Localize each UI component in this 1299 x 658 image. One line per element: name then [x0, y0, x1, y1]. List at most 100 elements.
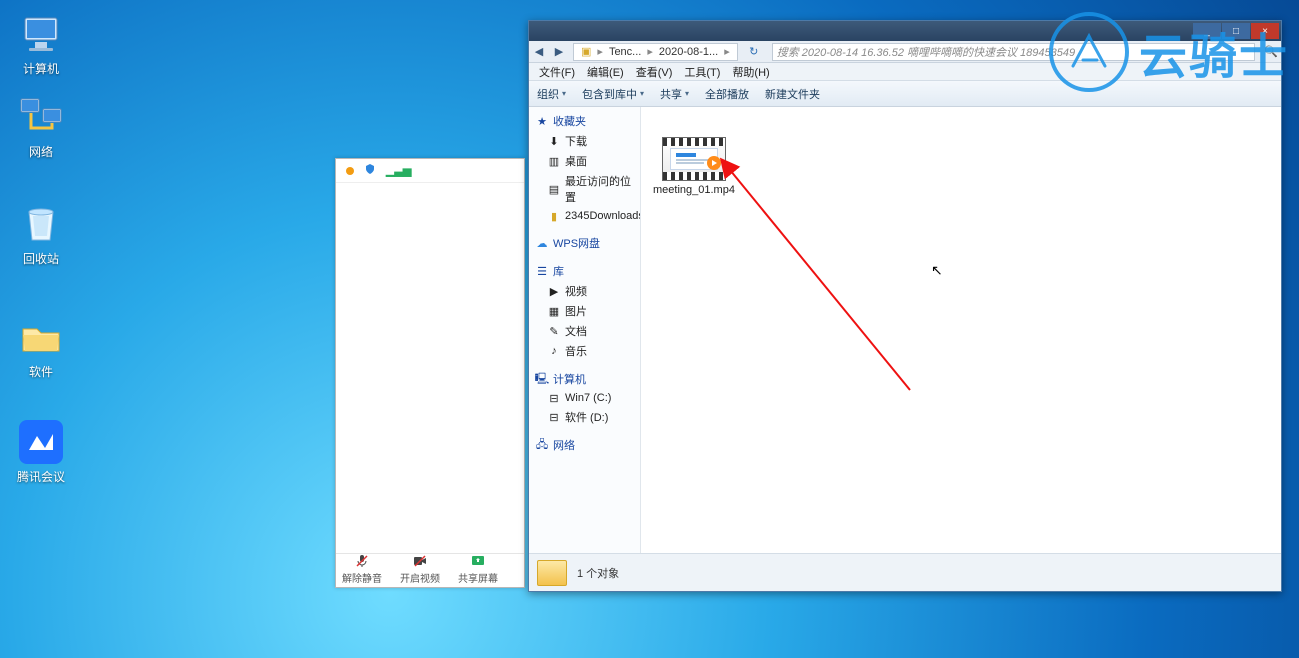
sidebar-item-d-drive[interactable]: ⊟软件 (D:) [529, 407, 640, 427]
sidebar-item-music[interactable]: ♪音乐 [529, 341, 640, 361]
chevron-down-icon: ▾ [640, 89, 644, 98]
file-item[interactable]: meeting_01.mp4 [649, 137, 739, 196]
play-icon [707, 156, 721, 170]
library-icon: ☰ [535, 264, 549, 278]
toolbar: 组织▾ 包含到库中▾ 共享▾ 全部播放 新建文件夹 [529, 81, 1281, 107]
icon-label: 腾讯会议 [6, 468, 76, 485]
document-icon: ✎ [547, 324, 561, 338]
menu-help[interactable]: 帮助(H) [726, 64, 775, 80]
address-bar: ◀ ▶ ▣ ▸ Tenc... ▸ 2020-08-1... ▸ ↻ 搜索 20… [529, 41, 1281, 63]
desktop-icon: ▥ [547, 154, 561, 168]
desktop-icon-tencent-meeting[interactable]: 腾讯会议 [6, 420, 76, 485]
sidebar-item-video[interactable]: ▶视频 [529, 281, 640, 301]
new-folder-button[interactable]: 新建文件夹 [757, 86, 828, 102]
star-icon: ★ [535, 114, 549, 128]
share-screen-button[interactable]: 共享屏幕 [458, 553, 498, 585]
computer-header[interactable]: 🖳计算机 [529, 369, 640, 389]
drive-icon: ⊟ [547, 391, 561, 405]
shield-icon [364, 162, 376, 180]
meeting-panel-header: ▁▃▅ [336, 159, 524, 183]
warning-icon [346, 167, 354, 175]
sidebar-item-documents[interactable]: ✎文档 [529, 321, 640, 341]
include-in-library-button[interactable]: 包含到库中▾ [574, 86, 652, 102]
nav-forward-button[interactable]: ▶ [549, 43, 569, 61]
folder-icon: ▮ [547, 209, 561, 223]
menu-tools[interactable]: 工具(T) [678, 64, 726, 80]
status-text: 1 个对象 [577, 565, 619, 581]
icon-label: 回收站 [6, 250, 76, 267]
music-icon: ♪ [547, 344, 561, 358]
chevron-down-icon: ▾ [685, 89, 689, 98]
icon-label: 软件 [6, 363, 76, 380]
recent-icon: ▤ [547, 182, 561, 196]
favorites-header[interactable]: ★收藏夹 [529, 111, 640, 131]
chevron-down-icon: ▾ [562, 89, 566, 98]
sidebar-item-2345[interactable]: ▮2345Downloads [529, 207, 640, 225]
forward-icon: ▶ [555, 45, 563, 58]
wps-header[interactable]: ☁WPS网盘 [529, 233, 640, 253]
folder-icon [19, 315, 63, 359]
file-name: meeting_01.mp4 [649, 184, 739, 196]
network-header[interactable]: 🖧网络 [529, 435, 640, 455]
picture-icon: ▦ [547, 304, 561, 318]
tencent-meeting-icon [19, 420, 63, 464]
microphone-icon [354, 553, 370, 569]
desktop-icon-recycle[interactable]: 回收站 [6, 202, 76, 267]
camera-icon [412, 553, 428, 569]
share-button[interactable]: 共享▾ [652, 86, 697, 102]
mouse-cursor-icon: ↖ [931, 262, 943, 279]
status-bar: 1 个对象 [529, 553, 1281, 591]
signal-icon: ▁▃▅ [386, 164, 411, 177]
video-thumbnail-icon [662, 137, 726, 181]
menu-bar: 文件(F) 编辑(E) 查看(V) 工具(T) 帮助(H) [529, 63, 1281, 81]
desktop-icon-software[interactable]: 软件 [6, 315, 76, 380]
breadcrumb[interactable]: ▣ ▸ Tenc... ▸ 2020-08-1... ▸ [573, 43, 738, 61]
minimize-button[interactable]: _ [1193, 23, 1221, 39]
nav-back-button[interactable]: ◀ [529, 43, 549, 61]
file-pane[interactable]: meeting_01.mp4 ↖ [641, 107, 1281, 553]
mute-button[interactable]: 解除静音 [342, 553, 382, 585]
close-button[interactable]: × [1251, 23, 1279, 39]
back-icon: ◀ [535, 45, 543, 58]
video-button[interactable]: 开启视频 [400, 553, 440, 585]
breadcrumb-part[interactable]: Tenc... [606, 46, 644, 58]
explorer-sidebar: ★收藏夹 ⬇下载 ▥桌面 ▤最近访问的位置 ▮2345Downloads ☁WP… [529, 107, 641, 553]
computer-icon [19, 12, 63, 56]
menu-edit[interactable]: 编辑(E) [581, 64, 630, 80]
title-bar[interactable]: _ □ × [529, 21, 1281, 41]
menu-file[interactable]: 文件(F) [533, 64, 581, 80]
menu-view[interactable]: 查看(V) [630, 64, 679, 80]
share-screen-icon [470, 553, 486, 569]
desktop-icon-computer[interactable]: 计算机 [6, 12, 76, 77]
search-icon: 🔍 [1261, 43, 1281, 61]
desktop-icon-network[interactable]: 网络 [6, 95, 76, 160]
sidebar-item-desktop[interactable]: ▥桌面 [529, 151, 640, 171]
icon-label: 计算机 [6, 60, 76, 77]
meeting-toolbar: 解除静音 开启视频 共享屏幕 [336, 553, 524, 587]
video-icon: ▶ [547, 284, 561, 298]
search-input[interactable]: 搜索 2020-08-14 16.36.52 嘀哩哔嘀嘀的快速会议 189453… [772, 43, 1255, 61]
breadcrumb-part[interactable]: 2020-08-1... [656, 46, 721, 58]
network-icon: 🖧 [535, 438, 549, 452]
sidebar-item-c-drive[interactable]: ⊟Win7 (C:) [529, 389, 640, 407]
computer-icon: 🖳 [535, 372, 549, 386]
play-all-button[interactable]: 全部播放 [697, 86, 757, 102]
desktop: 计算机 网络 回收站 软件 腾讯会议 ▁▃▅ [0, 0, 1299, 658]
sidebar-item-recent[interactable]: ▤最近访问的位置 [529, 171, 640, 207]
organize-button[interactable]: 组织▾ [529, 86, 574, 102]
recycle-bin-icon [19, 202, 63, 246]
maximize-button[interactable]: □ [1222, 23, 1250, 39]
download-icon: ⬇ [547, 134, 561, 148]
folder-icon: ▣ [578, 45, 594, 58]
sidebar-item-pictures[interactable]: ▦图片 [529, 301, 640, 321]
refresh-button[interactable]: ↻ [744, 43, 764, 61]
button-label: 共享屏幕 [458, 570, 498, 585]
button-label: 解除静音 [342, 570, 382, 585]
folder-icon [537, 560, 567, 586]
explorer-window: _ □ × ◀ ▶ ▣ ▸ Tenc... ▸ 2020-08-1... ▸ ↻… [528, 20, 1282, 592]
network-icon [19, 95, 63, 139]
search-placeholder: 搜索 2020-08-14 16.36.52 嘀哩哔嘀嘀的快速会议 189453… [777, 44, 1075, 60]
libraries-header[interactable]: ☰库 [529, 261, 640, 281]
sidebar-item-downloads[interactable]: ⬇下载 [529, 131, 640, 151]
meeting-panel: ▁▃▅ 解除静音 开启视频 共享屏幕 [335, 158, 525, 588]
